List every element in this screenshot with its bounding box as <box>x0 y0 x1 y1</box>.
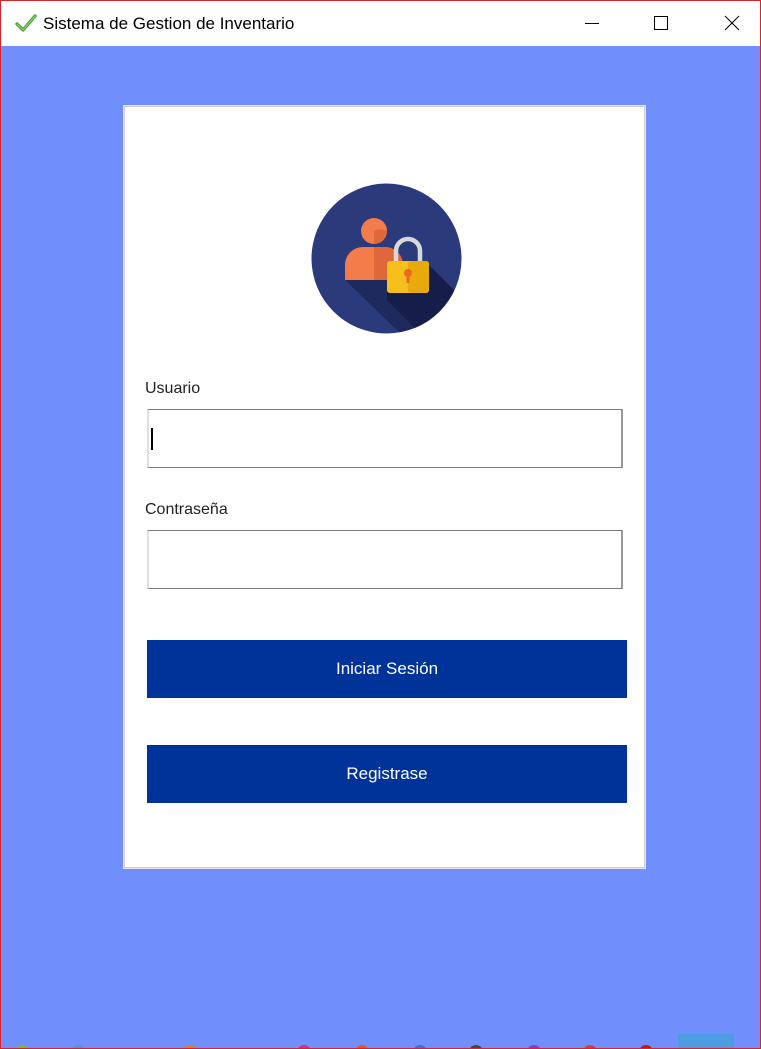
close-icon <box>724 15 740 31</box>
window-title: Sistema de Gestion de Inventario <box>43 14 295 33</box>
close-button[interactable] <box>709 1 755 46</box>
app-window: Sistema de Gestion de Inventario Usuario… <box>0 0 761 1049</box>
taskbar-app-icon <box>413 1045 427 1048</box>
minimize-button[interactable] <box>569 1 615 46</box>
taskbar-peek <box>1 1034 760 1048</box>
taskbar-app-icon <box>583 1045 597 1048</box>
green-checkmark-icon <box>15 13 37 33</box>
password-input[interactable] <box>147 530 623 589</box>
taskbar-app-icon <box>639 1045 653 1048</box>
login-button[interactable]: Iniciar Sesión <box>147 640 627 698</box>
register-button[interactable]: Registrase <box>147 745 627 803</box>
user-lock-icon <box>311 183 462 334</box>
taskbar-active-app <box>678 1034 734 1048</box>
taskbar-app-icon <box>355 1045 369 1048</box>
username-label: Usuario <box>145 380 201 397</box>
taskbar-app-icon <box>527 1045 541 1048</box>
taskbar-app-icon <box>71 1045 85 1048</box>
login-card: Usuario Contraseña Iniciar Sesión Regist… <box>123 105 646 869</box>
username-input[interactable] <box>147 409 623 468</box>
taskbar-app-icon <box>469 1045 483 1048</box>
taskbar-app-icon <box>15 1045 29 1048</box>
maximize-button[interactable] <box>638 1 684 46</box>
taskbar-app-icon <box>297 1045 311 1048</box>
title-bar[interactable]: Sistema de Gestion de Inventario <box>1 1 760 46</box>
minimize-icon <box>585 23 599 24</box>
maximize-icon <box>654 16 668 30</box>
password-label: Contraseña <box>145 501 228 518</box>
taskbar-app-icon <box>183 1045 197 1048</box>
text-cursor <box>151 428 153 450</box>
